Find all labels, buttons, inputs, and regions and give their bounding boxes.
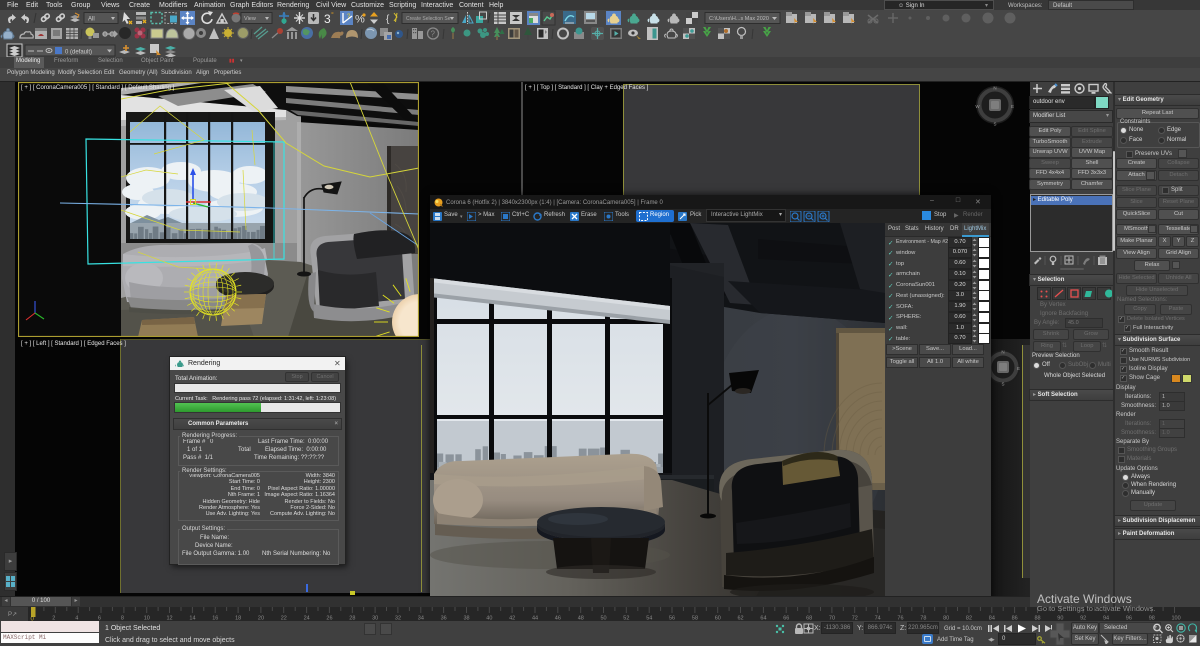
svg-text:{: { [386, 14, 390, 25]
svg-text:All: All [88, 17, 95, 23]
svg-text:E: E [1011, 104, 1014, 109]
svg-text:°: ° [331, 11, 334, 19]
svg-text:View: View [244, 16, 256, 22]
svg-text:0 (default): 0 (default) [65, 50, 92, 56]
svg-text:?: ? [431, 30, 436, 39]
svg-text:E: E [1017, 366, 1020, 371]
svg-text:N: N [1001, 350, 1004, 355]
svg-text:S: S [993, 122, 996, 127]
svg-text:P↗: P↗ [8, 612, 17, 618]
svg-text:C:\Users\H...s Max 2020: C:\Users\H...s Max 2020 [709, 16, 769, 22]
svg-text:3: 3 [324, 12, 331, 26]
svg-text:Create Selection Se: Create Selection Se [406, 16, 451, 22]
svg-text:S: S [1001, 382, 1004, 387]
svg-text:N: N [993, 86, 996, 91]
